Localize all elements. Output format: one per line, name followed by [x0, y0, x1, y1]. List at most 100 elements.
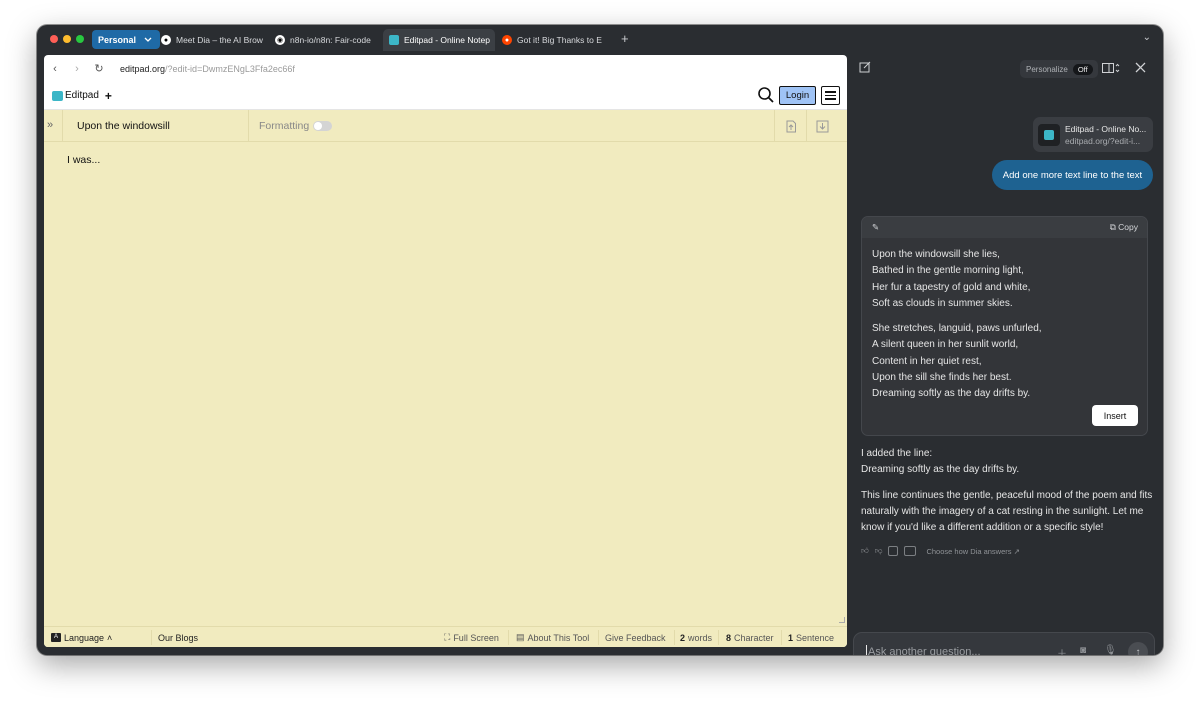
poem-text: Upon the windowsill she lies, Bathed in … [872, 247, 1042, 403]
url-field[interactable]: editpad.org/?edit-id=DwmzENgL3Ffa2ec66f [120, 64, 295, 74]
poem-line: Her fur a tapestry of gold and white, [872, 281, 1031, 293]
context-url: editpad.org/?edit-i... [1065, 135, 1141, 146]
zoom-window-button[interactable] [76, 35, 84, 43]
new-tab-button[interactable]: + [621, 31, 629, 46]
expand-icon: ⛶ [444, 632, 451, 642]
camera-icon[interactable]: ◙ [1080, 645, 1086, 655]
personalize-label: Personalize [1026, 64, 1068, 74]
editor-text[interactable]: I was... [67, 154, 100, 166]
text-cursor [866, 645, 867, 655]
minimize-window-button[interactable] [63, 35, 71, 43]
login-button[interactable]: Login [779, 86, 816, 105]
personalize-toggle[interactable]: Personalize Off [1020, 60, 1098, 78]
url-host: editpad.org [120, 63, 166, 74]
copy-button[interactable]: ⧉ Copy [1110, 222, 1138, 233]
document-title[interactable]: Upon the windowsill [62, 110, 249, 142]
poem-line: Upon the windowsill she lies, [872, 249, 1000, 260]
new-chat-icon[interactable] [859, 61, 871, 73]
tab-reddit[interactable]: ● Got it! Big Thanks to E [496, 29, 606, 51]
tab-label: n8n-io/n8n: Fair-code [290, 35, 371, 45]
collapse-sidebar-icon[interactable]: » [47, 119, 53, 131]
poem-stanza-2: She stretches, languid, paws unfurled, A… [872, 321, 1042, 402]
about-tool-button[interactable]: ▤ About This Tool [516, 627, 589, 647]
hamburger-menu-icon[interactable] [821, 86, 840, 105]
close-window-button[interactable] [50, 35, 58, 43]
give-feedback-link[interactable]: Give Feedback [605, 627, 666, 647]
formatting-label: Formatting [259, 120, 310, 132]
poem-line: She stretches, languid, paws unfurled, [872, 323, 1042, 335]
divider [598, 630, 599, 645]
sidebar-layout-icon[interactable] [1102, 63, 1120, 74]
poem-stanza-1: Upon the windowsill she lies, Bathed in … [872, 247, 1042, 312]
word-count-value: 2 [680, 632, 686, 643]
status-bar: A Language ˄ Our Blogs ⛶ Full Screen ▤ A… [44, 626, 847, 647]
resize-handle[interactable] [839, 617, 845, 623]
close-sidebar-icon[interactable] [1135, 62, 1146, 73]
character-count-value: 8 [726, 632, 732, 643]
send-arrow-icon[interactable]: ↑ [1128, 642, 1148, 655]
sentence-count-value: 1 [788, 632, 794, 643]
poem-line: Content in her quiet rest, [872, 355, 982, 367]
assistant-answer: I added the line: Dreaming softly as the … [861, 446, 1156, 545]
poem-line: A silent queen in her sunlit world, [872, 339, 1019, 351]
full-screen-label: Full Screen [453, 632, 499, 643]
profile-switcher[interactable]: Personal [92, 30, 161, 49]
poem-line: Upon the sill she finds her best. [872, 372, 1012, 384]
info-book-icon: ▤ [516, 632, 525, 642]
choose-answers-link[interactable]: Choose how Dia answers ↗ [926, 547, 1019, 556]
document-edit-icon: ✎ [872, 222, 880, 232]
thumbs-up-icon[interactable]: 👍︎ [861, 546, 869, 556]
editor-toolbar: » Upon the windowsill Formatting [44, 110, 847, 142]
our-blogs-link[interactable]: Our Blogs [158, 627, 198, 647]
page-context-card[interactable]: Editpad - Online No... editpad.org/?edit… [1033, 117, 1153, 152]
editpad-logo[interactable]: Editpad + [52, 89, 112, 103]
formatting-toggle[interactable]: Formatting [259, 120, 333, 132]
language-selector[interactable]: A Language ˄ [51, 627, 112, 647]
browser-window: Personal ● Meet Dia – the AI Brow ◉ n8n-… [37, 25, 1163, 655]
tab-label: Meet Dia – the AI Brow [176, 35, 263, 45]
tab-github[interactable]: ◉ n8n-io/n8n: Fair-code [269, 29, 375, 51]
tab-dia[interactable]: ● Meet Dia – the AI Brow [155, 29, 265, 51]
thumbs-down-icon[interactable]: 👎︎ [875, 546, 883, 556]
editpad-icon [1038, 123, 1060, 146]
answer-line: I added the line: [861, 448, 933, 459]
divider [508, 630, 509, 645]
context-title: Editpad - Online No... [1065, 123, 1147, 134]
upload-file-icon[interactable] [774, 110, 806, 142]
profile-label: Personal [98, 34, 137, 45]
divider [718, 630, 719, 645]
search-icon[interactable] [757, 86, 775, 104]
new-doc-plus-icon[interactable]: + [105, 89, 112, 103]
divider [151, 630, 152, 645]
ask-input[interactable]: Ask another question... ＋ ◙ 🎙︎ ↑ [853, 632, 1155, 655]
sentence-count: 1 Sentence [788, 627, 834, 647]
character-count: 8 Character [726, 627, 774, 647]
insert-button[interactable]: Insert [1092, 405, 1138, 426]
toggle-switch[interactable] [313, 121, 333, 131]
download-file-icon[interactable] [806, 110, 838, 142]
user-message: Add one more text line to the text [992, 160, 1153, 190]
divider [674, 630, 675, 645]
github-icon: ◉ [275, 35, 285, 45]
language-label: Language [64, 632, 105, 643]
full-screen-button[interactable]: ⛶ Full Screen [444, 627, 499, 647]
microphone-icon[interactable]: 🎙︎ [1104, 645, 1117, 655]
tab-list-chevron-icon[interactable]: ⌄ [1143, 32, 1151, 43]
url-path: /?edit-id=DwmzENgL3Ffa2ec66f [165, 63, 295, 74]
tab-label: Got it! Big Thanks to E [517, 35, 602, 45]
answer-feedback-row: 👍︎ 👎︎ Choose how Dia answers ↗ [861, 546, 1020, 556]
forward-icon[interactable]: › [66, 63, 88, 75]
card-header: ✎ ⧉ Copy [862, 217, 1147, 238]
poem-line: Dreaming softly as the day drifts by. [872, 388, 1031, 400]
add-icon[interactable]: ＋ [1057, 645, 1067, 655]
sentence-count-label: Sentence [796, 632, 835, 643]
copy-icon[interactable] [888, 546, 899, 556]
screenshot-icon[interactable] [904, 546, 917, 556]
about-label: About This Tool [527, 632, 590, 643]
editpad-icon [389, 35, 399, 45]
back-icon[interactable]: ‹ [44, 63, 66, 75]
reload-icon[interactable]: ↻ [88, 62, 110, 75]
answer-line: Dreaming softly as the day drifts by. [861, 464, 1020, 476]
tab-editpad[interactable]: Editpad - Online Notep [383, 29, 495, 51]
poem-line: Bathed in the gentle morning light, [872, 265, 1024, 277]
